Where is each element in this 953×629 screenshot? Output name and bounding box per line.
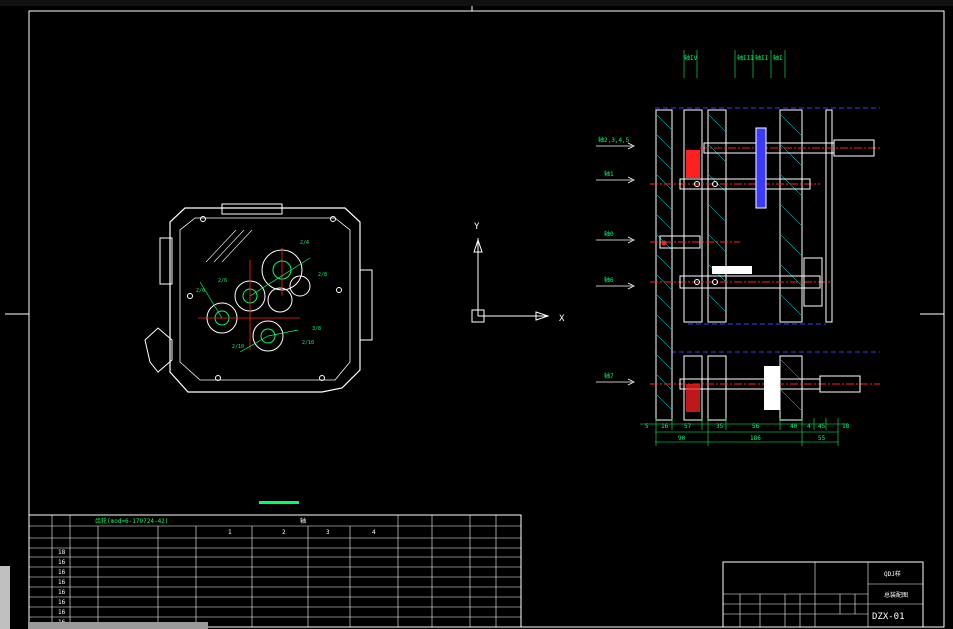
dimension-label: 35 [716,423,724,430]
dimension-label: 16 [661,423,669,430]
shaft-arrow-label: 轴2,3,4,5 [598,136,630,144]
shaft-header-label: 轴IV [684,54,698,62]
layout-tab-bar[interactable] [28,622,208,629]
shaft-column-header: 4 [372,529,376,536]
row-number: 16 [58,589,66,596]
row-number: 16 [58,569,66,576]
ucs-y-label: Y [474,222,480,232]
shaft-arrow-label: 轴7 [604,372,614,380]
shaft-arrow-label: 轴6 [604,276,614,284]
drawing-frame [28,10,945,628]
gearbox-unfolded-section: 轴IV 轴III 轴II 轴I 轴2,3,4,5 轴1 轴0 轴6 轴7 5 1… [596,50,880,446]
row-number: 16 [58,579,66,586]
callout-label: 2/6 [196,288,205,294]
shaft-column-header: 2 [282,529,286,536]
shaft-header-label: 轴III [737,54,754,62]
dimension-label: 5 [645,423,649,430]
housing-section-view: 2/4 2/6 2/6 2/8 3/8 2/10 2/10 [144,203,373,393]
shaft-arrow-label: 轴0 [604,230,614,238]
shaft-column-header: 3 [326,529,330,536]
parts-table-title: 齿轮(mod=6-179724-42) [95,517,168,525]
callout-label: 2/10 [232,344,244,350]
unit-name: QDJ样 [884,570,901,578]
callout-label: 2/10 [302,340,314,346]
dimension-label: 4 [807,423,811,430]
parts-table-group-header: 轴 [300,517,306,525]
shaft-arrow-label: 轴1 [604,170,614,178]
callout-label: 2/4 [300,240,309,246]
cad-drawing-canvas: 2/4 2/6 2/6 2/8 3/8 2/10 2/10 Y X 轴IV 轴I… [5,6,945,628]
drawing-number: DZX-01 [872,612,905,622]
title-block: QDJ样 总装配图 DZX-01 [722,561,924,628]
drawing-name: 总装配图 [884,591,908,599]
callout-label: 2/8 [318,272,327,278]
callout-label: 3/8 [312,326,321,332]
parts-table: 齿轮(mod=6-179724-42) 轴 1 2 3 4 18 16 16 1… [28,501,522,628]
callout-label: 2/6 [218,278,227,284]
dimension-label: 57 [684,423,692,430]
ucs-icon: Y X [471,222,565,324]
dimension-label: 45 [818,423,826,430]
scrollbar-widget[interactable] [0,566,10,629]
dimension-label: 18 [842,423,850,430]
row-number: 18 [58,549,66,556]
dimension-label: 55 [818,435,826,442]
shaft-column-header: 1 [228,529,232,536]
ucs-x-label: X [559,314,565,324]
row-number: 16 [58,609,66,616]
row-number: 16 [58,559,66,566]
shaft-header-label: 轴II [755,54,769,62]
row-number: 16 [58,599,66,606]
dimension-label: 90 [678,435,686,442]
dimension-label: 40 [790,423,798,430]
dimension-label: 56 [752,423,760,430]
shaft-header-label: 轴I [773,54,783,62]
dimension-label: 186 [750,435,761,442]
